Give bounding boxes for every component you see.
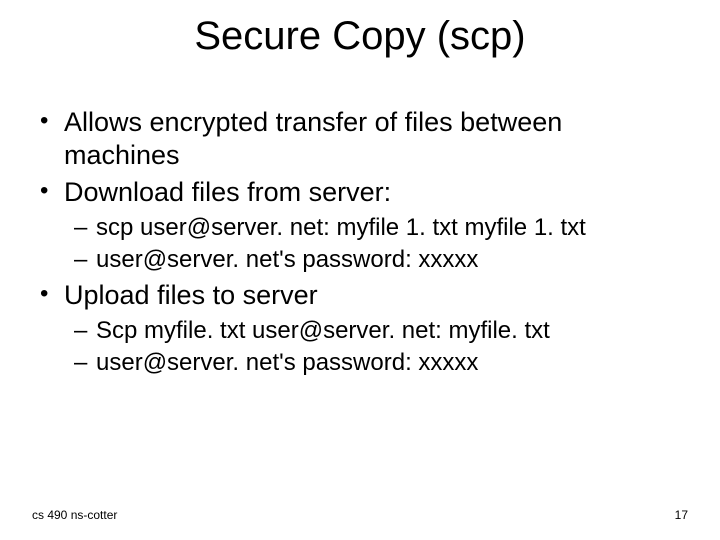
bullet-level1: Download files from server: [36, 176, 684, 209]
slide-body: Allows encrypted transfer of files betwe… [36, 106, 684, 380]
slide-number: 17 [675, 508, 688, 522]
bullet-level2: user@server. net's password: xxxxx [36, 348, 684, 378]
bullet-level2: user@server. net's password: xxxxx [36, 245, 684, 275]
footer-left: cs 490 ns-cotter [32, 508, 117, 522]
bullet-level1: Upload files to server [36, 279, 684, 312]
bullet-level2: scp user@server. net: myfile 1. txt myfi… [36, 213, 684, 243]
bullet-level2: Scp myfile. txt user@server. net: myfile… [36, 316, 684, 346]
slide: Secure Copy (scp) Allows encrypted trans… [0, 0, 720, 540]
bullet-level1: Allows encrypted transfer of files betwe… [36, 106, 684, 172]
slide-title: Secure Copy (scp) [0, 14, 720, 59]
